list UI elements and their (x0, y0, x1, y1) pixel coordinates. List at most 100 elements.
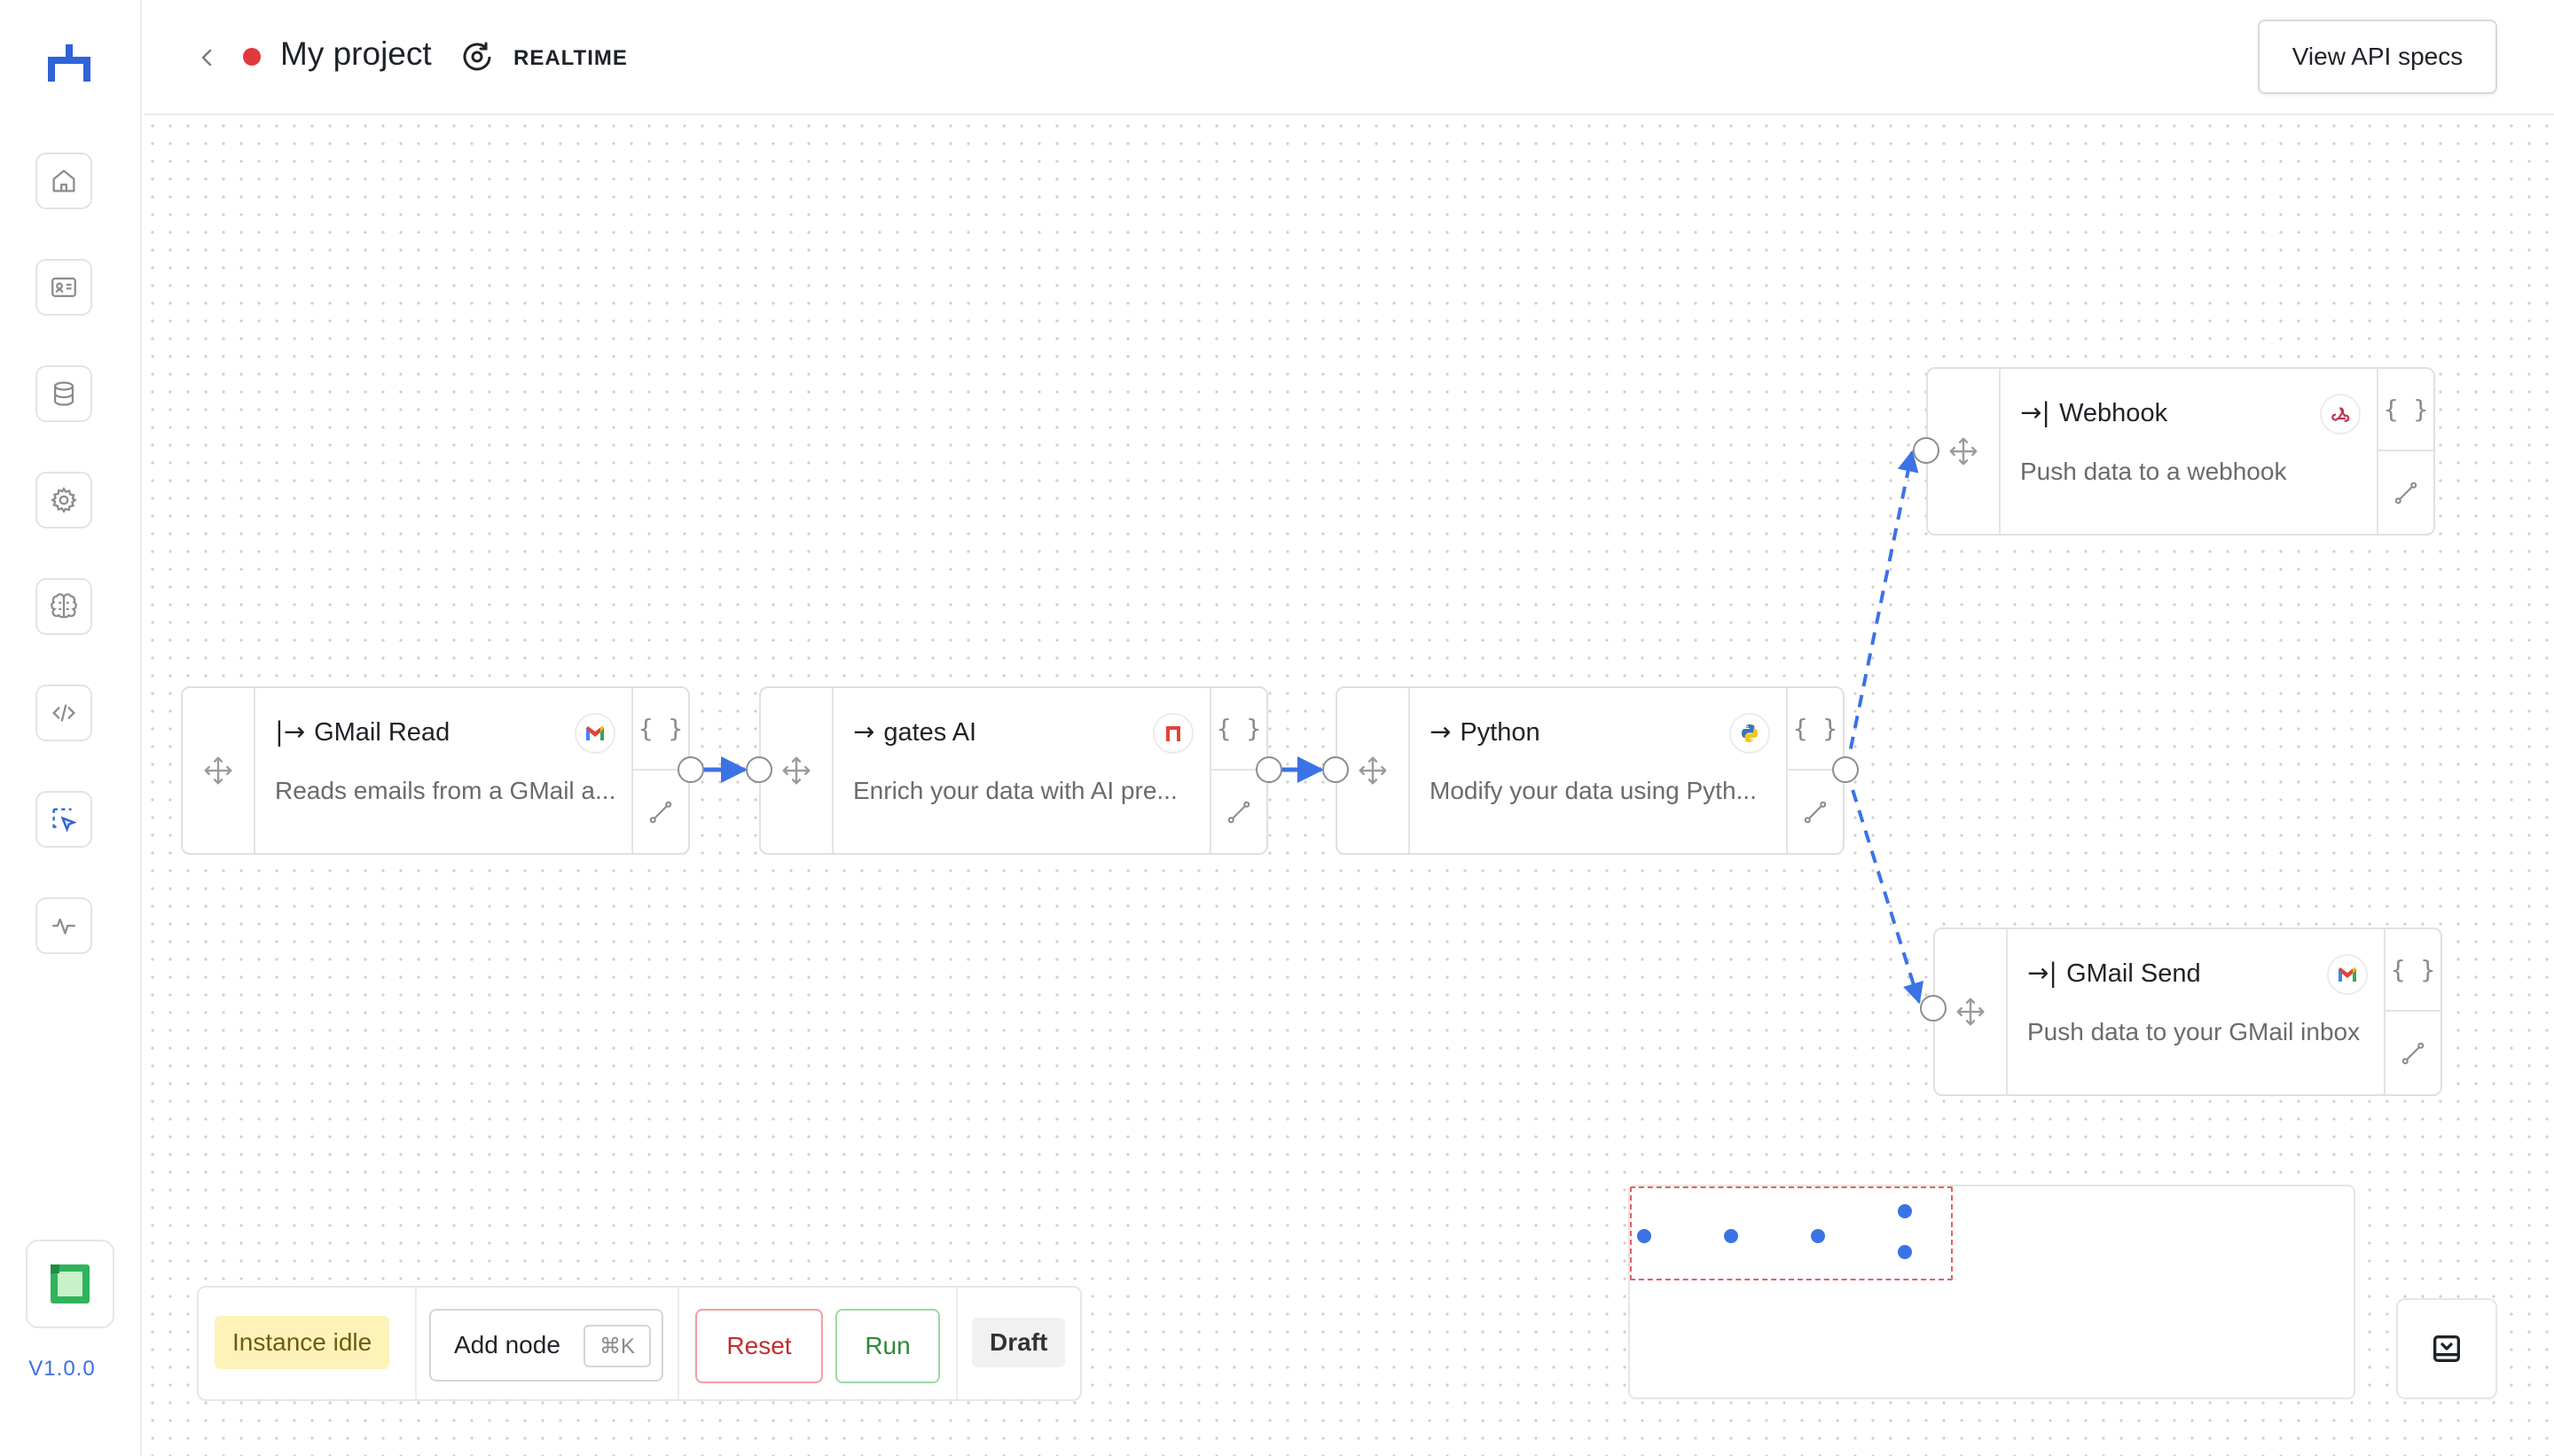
sidebar-item-activity[interactable] (35, 897, 92, 954)
sidebar-item-code[interactable] (35, 685, 92, 741)
node-service-badge (1153, 713, 1194, 754)
node-type-arrow: →| (2020, 397, 2051, 427)
sidebar-item-home[interactable] (35, 153, 92, 209)
node-connect-button[interactable] (2378, 451, 2433, 534)
minimap-node (1898, 1245, 1912, 1259)
flow-toolbar: Instance idle Add node ⌘K Reset Run Draf… (197, 1286, 1082, 1401)
node-webhook-input-port[interactable] (1913, 437, 1939, 464)
gmail-icon (586, 726, 604, 740)
brain-icon (51, 593, 77, 618)
node-title-text: GMail Send (2066, 959, 2201, 988)
minimap-node (1811, 1229, 1825, 1243)
node-title-text: Webhook (2059, 399, 2168, 427)
node-webhook[interactable]: →| Webhook Push data to a webhook { } (1926, 367, 2435, 536)
reset-button[interactable]: Reset (695, 1309, 823, 1383)
node-data-button[interactable]: { } (633, 688, 688, 771)
minimap[interactable] (1628, 1185, 2355, 1399)
back-chevron-icon[interactable] (193, 43, 220, 73)
sidebar-item-cards[interactable] (35, 259, 92, 316)
sidebar-item-database[interactable] (35, 365, 92, 422)
node-description: Push data to a webhook (2020, 458, 2287, 485)
node-description: Push data to your GMail inbox (2027, 1018, 2361, 1045)
node-description: Enrich your data with AI pre... (853, 777, 1178, 804)
webhook-icon (2331, 407, 2350, 422)
node-connect-button[interactable] (633, 771, 688, 853)
mode-label: REALTIME (513, 46, 628, 70)
node-service-badge (2320, 394, 2361, 434)
toolbar-divider (415, 1288, 417, 1399)
activity-icon (52, 918, 75, 935)
node-description: Reads emails from a GMail a... (275, 777, 616, 804)
node-data-button[interactable]: { } (2386, 929, 2440, 1012)
project-title[interactable]: My project (280, 35, 432, 73)
node-connect-button[interactable] (1788, 771, 1843, 853)
node-service-badge (575, 713, 615, 754)
connector-icon (2394, 481, 2417, 504)
instance-status-badge: Instance idle (215, 1316, 390, 1369)
node-data-button[interactable]: { } (1211, 688, 1266, 771)
minimap-node (1637, 1229, 1651, 1243)
add-node-button[interactable]: Add node ⌘K (429, 1309, 663, 1382)
realtime-icon (463, 42, 491, 71)
node-data-button[interactable]: { } (1788, 688, 1843, 771)
header: My project REALTIME View API specs (144, 0, 2554, 115)
connector-icon (1227, 801, 1250, 823)
toolbar-divider (678, 1288, 679, 1399)
node-title: → Python (1430, 716, 1540, 748)
node-gmail-send[interactable]: →| GMail Send Push data to your GMail inb… (1933, 928, 2442, 1096)
node-title-text: Python (1460, 718, 1540, 747)
minimap-node (1724, 1229, 1738, 1243)
node-type-arrow: → (853, 716, 875, 747)
add-node-label: Add node (454, 1331, 560, 1358)
sidebar-item-settings[interactable] (35, 472, 92, 528)
node-gates-ai[interactable]: → gates AI Enrich your data with AI pre..… (759, 686, 1268, 855)
minimap-viewport[interactable] (1630, 1186, 1953, 1280)
run-button[interactable]: Run (835, 1309, 940, 1383)
sidebar-item-selector[interactable] (35, 791, 92, 848)
version-label: V1.0.0 (28, 1357, 96, 1381)
node-connect-button[interactable] (1211, 771, 1266, 853)
node-python-input-port[interactable] (1322, 756, 1349, 783)
gear-icon (51, 487, 77, 513)
node-description: Modify your data using Pyth... (1430, 777, 1757, 804)
node-python-output-port[interactable] (1832, 756, 1859, 783)
shortcut-hint: ⌘K (583, 1325, 651, 1367)
minimap-toggle-button[interactable] (2396, 1298, 2497, 1399)
node-side-panel: { } (2377, 369, 2433, 534)
node-service-badge (1729, 713, 1770, 754)
connector-icon (1804, 801, 1827, 823)
database-icon (53, 381, 74, 406)
home-icon (52, 169, 75, 192)
node-gates-ai-output-port[interactable] (1256, 756, 1282, 783)
node-gates-ai-input-port[interactable] (746, 756, 772, 783)
node-title-text: gates AI (883, 718, 977, 747)
toolbar-divider (956, 1288, 958, 1399)
workspace-logo-icon (51, 1264, 90, 1303)
node-data-button[interactable]: { } (2378, 369, 2433, 451)
node-gmail-send-input-port[interactable] (1920, 995, 1947, 1022)
workspace-badge[interactable] (26, 1240, 114, 1328)
sidebar-item-brain[interactable] (35, 578, 92, 635)
minimap-node (1898, 1204, 1912, 1218)
node-type-arrow: →| (2027, 958, 2058, 988)
node-title: → gates AI (853, 716, 976, 748)
code-icon (52, 704, 75, 722)
node-side-panel: { } (2384, 929, 2440, 1094)
node-gmail-read[interactable]: |→ GMail Read Reads emails from a GMail a… (181, 686, 690, 855)
python-icon (1742, 724, 1758, 742)
project-status-dot (243, 48, 261, 66)
move-icon (782, 756, 811, 785)
app-logo-icon[interactable] (48, 44, 90, 82)
node-python[interactable]: → Python Modify your data using Pyth... {… (1336, 686, 1845, 855)
node-gmail-read-output-port[interactable] (678, 756, 704, 783)
view-api-specs-button[interactable]: View API specs (2258, 20, 2497, 94)
node-connect-button[interactable] (2386, 1012, 2440, 1094)
drag-handle[interactable] (183, 688, 255, 853)
move-icon (1359, 756, 1387, 785)
select-pointer-icon (52, 808, 77, 833)
node-service-badge (2327, 954, 2368, 995)
node-type-arrow: → (1430, 716, 1452, 747)
node-type-arrow: |→ (275, 716, 306, 747)
connector-icon (649, 801, 672, 823)
draft-badge[interactable]: Draft (972, 1318, 1066, 1367)
